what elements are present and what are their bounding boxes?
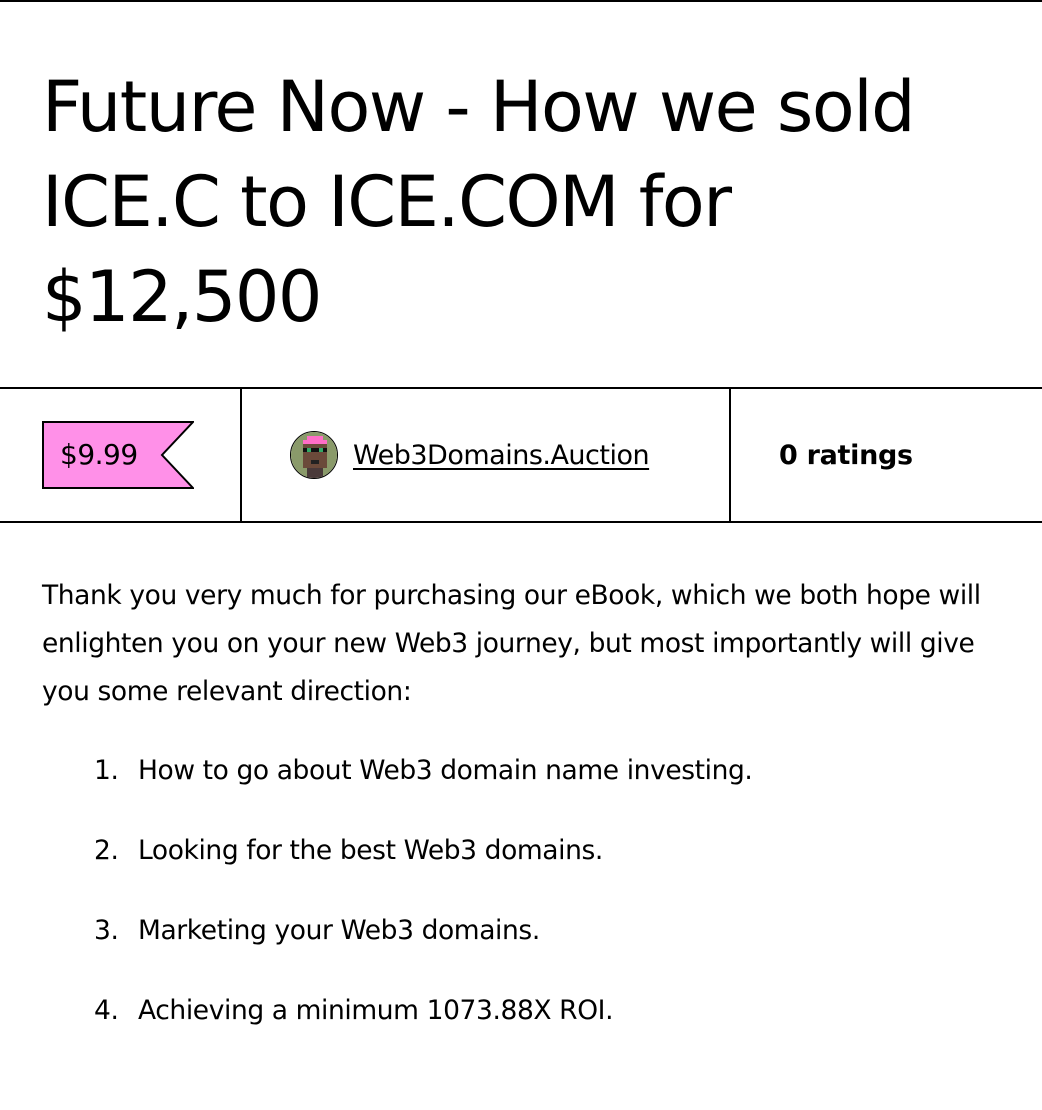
list-item-number: 2. (94, 835, 119, 866)
pixel-avatar-icon (291, 432, 337, 478)
avatar[interactable] (290, 431, 338, 479)
description-intro: Thank you very much for purchasing our e… (42, 580, 981, 707)
list-item: 1. How to go about Web3 domain name inve… (42, 747, 1002, 827)
ratings-count: 0 ratings (779, 439, 913, 471)
list-item: 4. Achieving a minimum 1073.88X ROI. (42, 987, 1002, 1067)
list-item-text: Looking for the best Web3 domains. (138, 835, 603, 866)
price-cell: $9.99 (0, 389, 242, 521)
product-meta-bar: $9.99 Web3Domains.Auction 0 ratings (0, 387, 1042, 523)
product-description: Thank you very much for purchasing our e… (42, 572, 1002, 1067)
author-link[interactable]: Web3Domains.Auction (353, 440, 650, 471)
list-item-number: 1. (94, 755, 119, 786)
list-item-text: Achieving a minimum 1073.88X ROI. (138, 995, 614, 1026)
price-label: $9.99 (60, 438, 138, 471)
list-item-number: 4. (94, 995, 119, 1026)
rating-cell: 0 ratings (731, 389, 1042, 521)
list-item-text: How to go about Web3 domain name investi… (138, 755, 753, 786)
product-page: Future Now - How we sold ICE.C to ICE.CO… (0, 0, 1042, 1110)
price-tag: $9.99 (42, 421, 194, 489)
author-cell[interactable]: Web3Domains.Auction (242, 389, 731, 521)
list-item: 3. Marketing your Web3 domains. (42, 907, 1002, 987)
list-item: 2. Looking for the best Web3 domains. (42, 827, 1002, 907)
product-title: Future Now - How we sold ICE.C to ICE.CO… (42, 66, 916, 338)
list-item-text: Marketing your Web3 domains. (138, 915, 540, 946)
list-item-number: 3. (94, 915, 119, 946)
description-list: 1. How to go about Web3 domain name inve… (42, 747, 1002, 1067)
